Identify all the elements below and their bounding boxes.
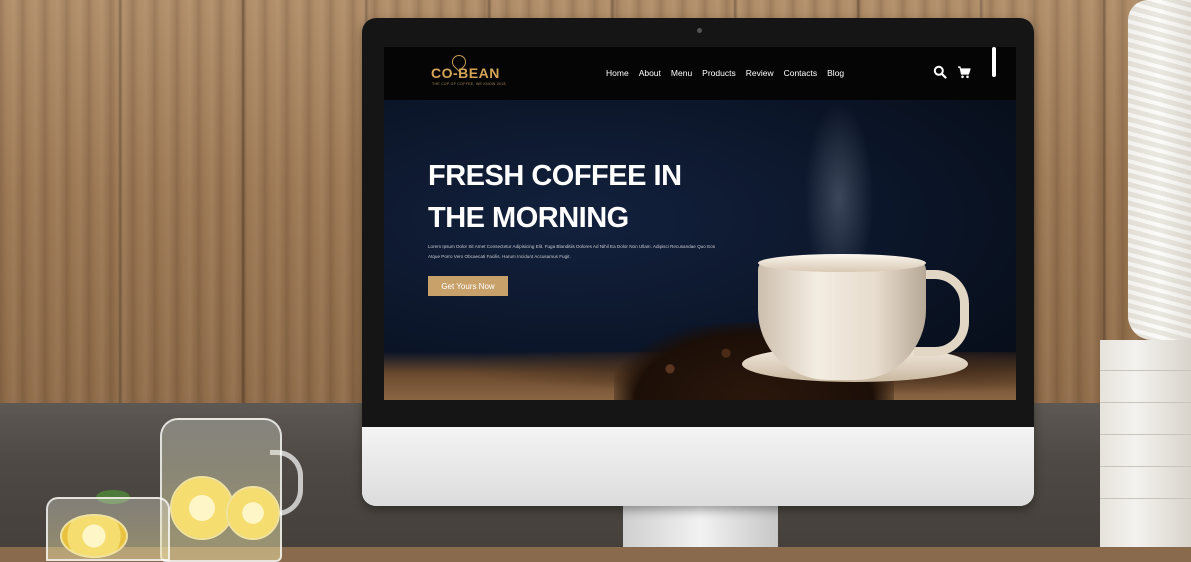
lemon-slice bbox=[170, 476, 234, 540]
nav-home[interactable]: Home bbox=[606, 68, 629, 78]
nav-products[interactable]: Products bbox=[702, 68, 736, 78]
website-screen: CO-BEAN THE CUP OF COFFEE, WE KNOW 2018 … bbox=[384, 47, 1016, 400]
steam-image bbox=[804, 102, 874, 262]
monitor-chin bbox=[362, 427, 1034, 506]
nav-review[interactable]: Review bbox=[746, 68, 774, 78]
camera-dot bbox=[697, 28, 702, 33]
cart-icon[interactable] bbox=[957, 65, 971, 79]
hero-title-line-1: FRESH COFFEE IN bbox=[428, 160, 682, 192]
lemon-slice bbox=[60, 514, 128, 558]
nav-icons bbox=[933, 65, 971, 79]
get-yours-now-button[interactable]: Get Yours Now bbox=[428, 276, 508, 296]
hero-section: FRESH COFFEE IN THE MORNING Lorem Ipsum … bbox=[384, 100, 1016, 400]
nav-blog[interactable]: Blog bbox=[827, 68, 844, 78]
hero-title: FRESH COFFEE IN THE MORNING bbox=[428, 155, 708, 239]
monitor: CO-BEAN THE CUP OF COFFEE, WE KNOW 2018 … bbox=[362, 18, 1034, 506]
search-icon[interactable] bbox=[933, 65, 947, 79]
logo-tagline: THE CUP OF COFFEE, WE KNOW 2018 bbox=[432, 82, 506, 86]
lemon-slice bbox=[226, 486, 280, 540]
coffee-cup-image bbox=[758, 260, 926, 380]
nav-links: Home About Menu Products Review Contacts… bbox=[606, 68, 844, 78]
hero-title-line-2: THE MORNING bbox=[428, 202, 629, 234]
site-navbar: CO-BEAN THE CUP OF COFFEE, WE KNOW 2018 … bbox=[384, 47, 1016, 100]
coffee-cup-rim bbox=[758, 254, 926, 272]
nav-about[interactable]: About bbox=[639, 68, 661, 78]
white-brick-pillar bbox=[1100, 340, 1191, 547]
decorative-vase bbox=[1128, 0, 1191, 340]
page-scrollbar[interactable] bbox=[992, 47, 996, 77]
nav-menu[interactable]: Menu bbox=[671, 68, 692, 78]
hero-description: Lorem Ipsum Dolor Sit Amet Consectetur A… bbox=[428, 244, 715, 259]
nav-contacts[interactable]: Contacts bbox=[784, 68, 818, 78]
monitor-stand bbox=[623, 500, 778, 547]
site-logo[interactable]: CO-BEAN bbox=[431, 65, 500, 81]
